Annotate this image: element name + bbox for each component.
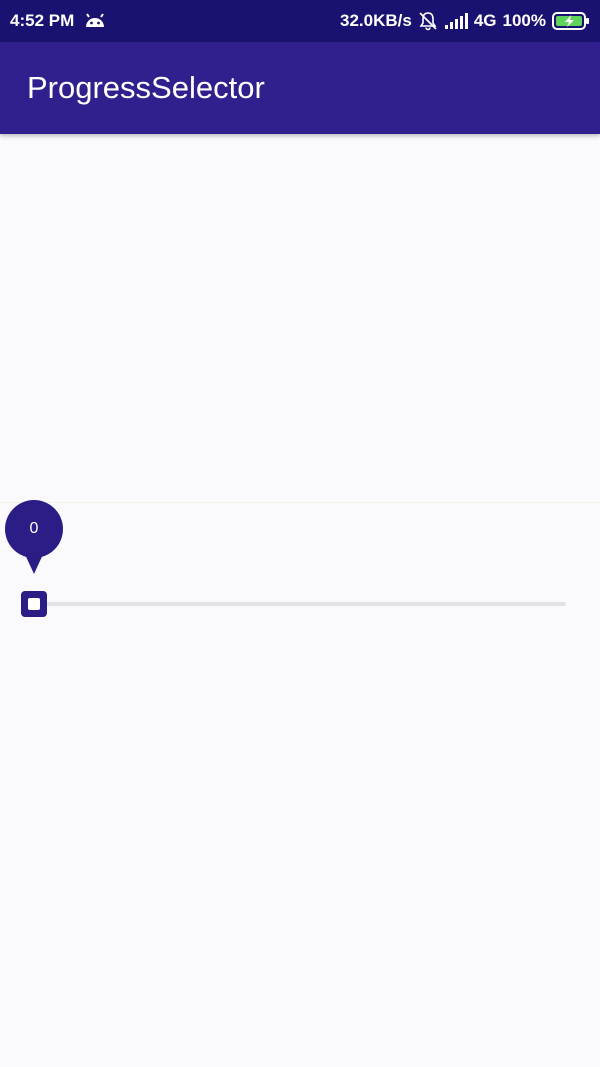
battery-charging-icon: [552, 11, 590, 31]
mute-bell-icon: [418, 11, 438, 31]
signal-icon: [444, 12, 468, 30]
network-type: 4G: [473, 11, 497, 30]
status-time: 4:52 PM: [10, 11, 75, 30]
android-icon: [84, 13, 106, 29]
app-title: ProgressSelector: [27, 70, 265, 105]
progress-track[interactable]: [34, 602, 566, 606]
status-bar: 4:52 PM 32.0KB/s 4G 100%: [0, 0, 600, 42]
value-bubble-label: 0: [29, 520, 39, 537]
value-bubble: 0: [5, 500, 63, 578]
battery-level: 100%: [502, 11, 546, 30]
progress-thumb-center: [28, 598, 40, 610]
status-left: 4:52 PM: [10, 11, 106, 31]
progress-thumb[interactable]: [21, 591, 47, 617]
network-speed: 32.0KB/s: [340, 11, 412, 30]
progress-selector[interactable]: 0: [0, 500, 600, 626]
status-right: 32.0KB/s 4G 100%: [340, 11, 590, 31]
main-content: 0: [0, 134, 600, 1067]
app-bar: ProgressSelector: [0, 42, 600, 134]
